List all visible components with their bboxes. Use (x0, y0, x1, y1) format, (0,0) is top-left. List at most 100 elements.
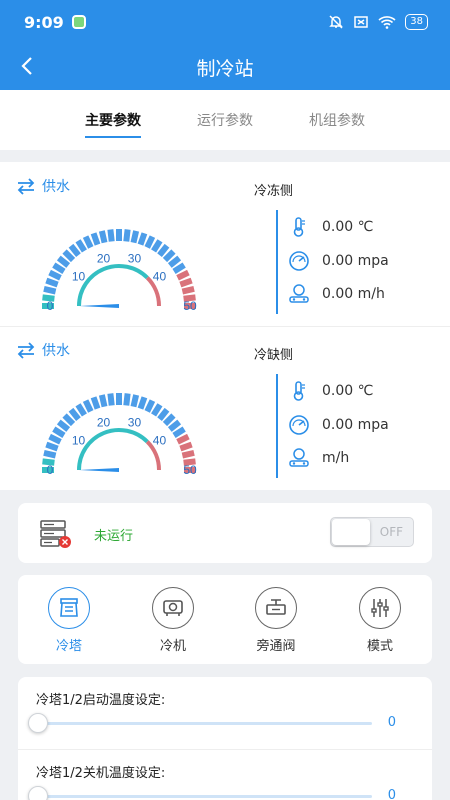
temperature-gauge: 0 10 20 30 40 50 (42, 393, 197, 477)
app-notification-icon (71, 15, 86, 29)
tab-unit-params[interactable]: 机组参数 (309, 102, 365, 138)
divider-line (276, 210, 278, 314)
pressure-gauge-icon (289, 251, 309, 271)
gauge-tick (123, 229, 131, 242)
reading-flow: 0.00 m/h (288, 283, 385, 305)
divider-line (276, 374, 278, 478)
thermometer-icon (293, 217, 305, 237)
thermometer-icon (293, 381, 305, 401)
supply-water-toggle[interactable]: 供水 (16, 176, 70, 196)
gauge-tick (82, 235, 94, 249)
gauge-tick (176, 269, 190, 281)
side-title: 冷冻侧 (254, 184, 294, 199)
tool-cooling-tower[interactable]: 冷塔 (29, 587, 109, 654)
gauge-section-chilled: 供水 冷冻侧 0 10 20 30 40 50 0.00 ℃ 0.00 mpa 0.00 … (0, 162, 450, 326)
slider-track[interactable] (42, 722, 372, 725)
setting-label: 冷塔1/2关机温度设定: (36, 766, 166, 781)
reading-pressure: 0.00 mpa (288, 250, 389, 272)
pressure-value: 0.00 mpa (322, 253, 389, 269)
gauge-tick (167, 419, 182, 432)
tool-chiller[interactable]: 冷机 (133, 587, 213, 654)
tab-main-params[interactable]: 主要参数 (85, 102, 141, 138)
toggle-knob[interactable] (332, 519, 370, 545)
temperature-value: 0.00 ℃ (322, 383, 374, 399)
gauge-tick (144, 235, 156, 249)
sim-x-icon (354, 16, 369, 28)
tab-run-params[interactable]: 运行参数 (197, 102, 253, 138)
gauge-tick (45, 277, 59, 288)
reading-temperature: 0.00 ℃ (288, 216, 373, 238)
gauge-tick (75, 239, 87, 253)
gauge-section-cooling: 供水 冷缺侧 0 10 20 30 40 50 0.00 ℃ 0.00 mpa m/h (0, 326, 450, 490)
setting-value: 0 (387, 788, 396, 800)
gauge-tick (62, 249, 76, 263)
status-time-group: 9:09 (24, 13, 86, 32)
tool-label: 冷塔 (55, 639, 82, 654)
battery-icon: 38 (405, 14, 428, 30)
gauge-tick (123, 393, 131, 406)
side-title: 冷缺侧 (254, 348, 294, 363)
pressure-value: 0.00 mpa (322, 417, 389, 433)
gauges-panel: 供水 冷冻侧 0 10 20 30 40 50 0.00 ℃ 0.00 mpa 0.00 … (0, 162, 450, 490)
tool-mode[interactable]: 模式 (340, 587, 420, 654)
slider-thumb[interactable] (28, 713, 48, 733)
slider-thumb[interactable] (28, 786, 48, 800)
gauge-scale-label: 40 (153, 434, 167, 448)
gauge-scale-label: 0 (47, 299, 54, 313)
gauge-tick (62, 413, 76, 427)
gauge-tick (179, 441, 193, 452)
cooling-tower-icon[interactable] (48, 587, 90, 629)
gauge-tick (98, 230, 108, 244)
gauge-scale-label: 10 (72, 434, 86, 448)
slider-track[interactable] (42, 795, 372, 798)
gauge-tick (157, 407, 170, 422)
swap-arrows-icon (17, 178, 35, 195)
supply-water-label: 供水 (42, 179, 70, 195)
gauge-tick (162, 249, 176, 263)
run-toggle-switch[interactable]: OFF (330, 517, 414, 547)
gauge-scale-label: 30 (128, 251, 142, 265)
reading-pressure: 0.00 mpa (288, 414, 389, 436)
gauge-tick (144, 399, 156, 413)
back-arrow-icon[interactable] (16, 54, 40, 78)
gauge-tick (48, 433, 62, 445)
gauge-tick (43, 285, 57, 295)
gauge-tick (52, 426, 66, 438)
mute-bell-icon (329, 15, 344, 29)
supply-water-toggle[interactable]: 供水 (16, 340, 70, 360)
gauge-tick (157, 243, 170, 258)
gauge-scale-label: 50 (183, 463, 197, 477)
gauge-tick (48, 269, 62, 281)
gauge-tick (56, 419, 71, 432)
bypass-valve-icon[interactable] (255, 587, 297, 629)
gauge-tick (98, 394, 108, 408)
pressure-gauge-icon (289, 415, 309, 435)
gauge-tick (181, 285, 195, 295)
gauge-tick (90, 396, 101, 410)
mode-sliders-icon[interactable] (359, 587, 401, 629)
gauge-scale-label: 10 (72, 270, 86, 284)
gauge-inner-arc (77, 428, 149, 471)
gauge-tick (68, 407, 81, 422)
gauge-scale-label: 50 (183, 299, 197, 313)
gauge-tick (130, 230, 140, 244)
gauge-tick (137, 396, 148, 410)
gauge-scale-label: 20 (97, 415, 111, 429)
run-status-label: 未运行 (94, 529, 134, 544)
flow-value: 0.00 m/h (322, 286, 385, 302)
title-bar: 制冷站 (0, 44, 450, 90)
chiller-icon[interactable] (152, 587, 194, 629)
status-time: 9:09 (24, 12, 64, 32)
tool-label: 旁通阀 (256, 639, 296, 654)
temperature-gauge: 0 10 20 30 40 50 (42, 229, 197, 313)
gauge-tick (162, 413, 176, 427)
gauge-tick (68, 243, 81, 258)
page-title: 制冷站 (196, 57, 254, 80)
gauge-tick (179, 277, 193, 288)
swap-arrows-icon (17, 342, 35, 359)
gauge-tick (167, 255, 182, 268)
wifi-icon (378, 16, 396, 29)
tool-bypass-valve[interactable]: 旁通阀 (236, 587, 316, 654)
gauge-tick (82, 399, 94, 413)
gauge-tick (90, 232, 101, 246)
